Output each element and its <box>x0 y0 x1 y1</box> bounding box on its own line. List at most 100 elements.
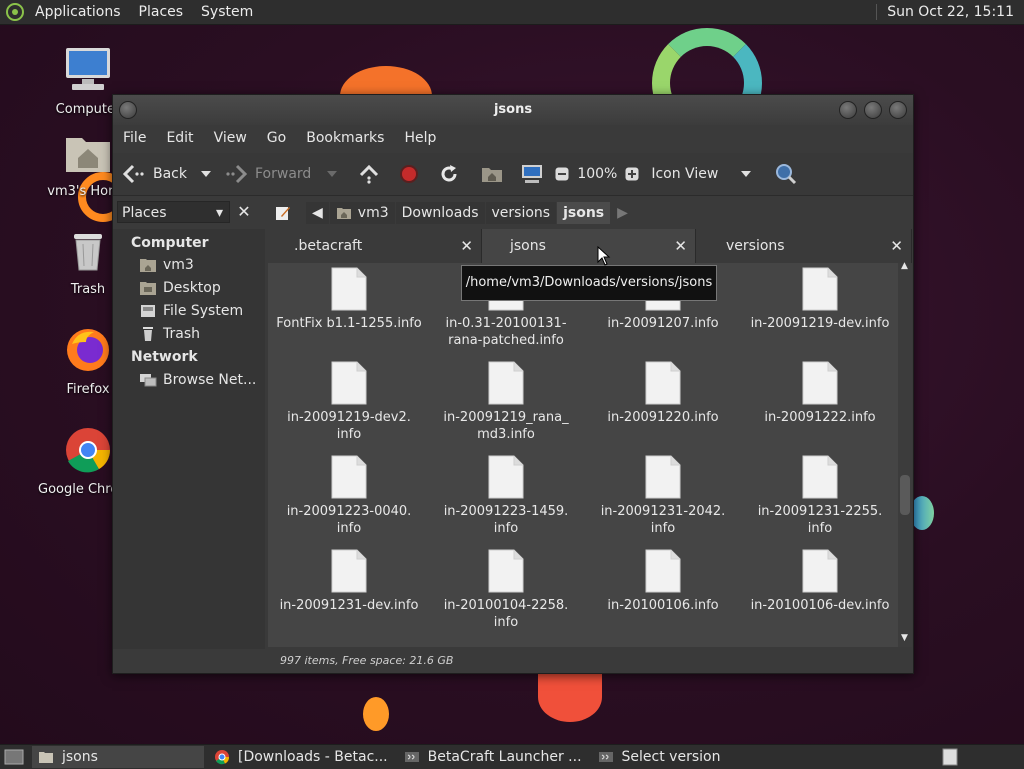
menu-file[interactable]: File <box>113 130 156 146</box>
file-item[interactable]: in-20100106.info <box>588 549 738 614</box>
breadcrumb-versions[interactable]: versions <box>485 202 557 224</box>
zoom-out-button[interactable] <box>551 153 573 195</box>
breadcrumb-scroll-left[interactable]: ◀ <box>306 202 329 224</box>
taskbar-item-chrome[interactable]: [Downloads - Betac... <box>208 746 394 768</box>
maximize-button[interactable] <box>864 101 882 119</box>
file-item[interactable]: in-20100104-2258. info <box>431 549 581 631</box>
document-icon <box>331 455 367 499</box>
file-item[interactable]: in-20091223-1459. info <box>431 455 581 537</box>
tab-betacraft[interactable]: .betacraft ✕ <box>268 229 482 263</box>
search-icon <box>776 164 797 185</box>
scrollbar-thumb[interactable] <box>900 475 910 515</box>
file-item[interactable]: in-20091222.info <box>745 361 895 426</box>
tab-versions[interactable]: versions ✕ <box>696 229 912 263</box>
window-menu-button[interactable] <box>119 101 137 119</box>
breadcrumb: ◀ vm3 Downloads versions jsons ▶ <box>269 201 635 225</box>
reload-button[interactable] <box>427 153 471 195</box>
file-name-line1: FontFix b1.1-1255.info <box>276 316 422 331</box>
show-desktop-button[interactable] <box>0 746 28 768</box>
window-title: jsons <box>493 102 533 117</box>
file-item[interactable]: in-20091219_rana_ md3.info <box>431 361 581 443</box>
sidebar-item-file-system[interactable]: File System <box>139 303 243 319</box>
view-mode-select[interactable]: Icon View <box>643 153 757 195</box>
sidebar-item-browse-network[interactable]: Browse Net... <box>139 372 256 388</box>
back-button[interactable]: Back <box>113 153 193 195</box>
file-item[interactable]: in-20091231-dev.info <box>274 549 424 614</box>
taskbar-item-label: jsons <box>62 749 98 765</box>
distro-logo-icon[interactable] <box>6 3 24 21</box>
sidebar-item-label: vm3 <box>163 257 194 273</box>
file-item[interactable]: in-20091219-dev2. info <box>274 361 424 443</box>
system-menu[interactable]: System <box>192 0 262 24</box>
file-item[interactable]: in-20091231-2042. info <box>588 455 738 537</box>
search-button[interactable] <box>757 153 803 195</box>
sidebar-item-label: Desktop <box>163 280 221 296</box>
zoom-in-button[interactable] <box>621 153 643 195</box>
forward-history-dropdown[interactable] <box>317 153 347 195</box>
minimize-button[interactable] <box>839 101 857 119</box>
close-tab-icon[interactable]: ✕ <box>890 229 903 263</box>
breadcrumb-scroll-right[interactable]: ▶ <box>611 202 634 224</box>
document-icon <box>802 267 838 311</box>
workspace-switcher[interactable] <box>936 746 964 768</box>
taskbar-item-betacraft[interactable]: BetaCraft Launcher ... <box>398 746 588 768</box>
java-icon <box>598 752 613 762</box>
applications-menu[interactable]: Applications <box>26 0 130 24</box>
close-window-button[interactable] <box>889 101 907 119</box>
file-item[interactable]: in-20091219-dev.info <box>745 267 895 332</box>
file-name-line2: info <box>493 521 519 536</box>
breadcrumb-downloads[interactable]: Downloads <box>395 202 485 224</box>
computer-button[interactable] <box>513 153 551 195</box>
menu-view[interactable]: View <box>204 130 257 146</box>
taskbar-item-jsons[interactable]: jsons <box>32 746 204 768</box>
file-item[interactable]: in-20100106-dev.info <box>745 549 895 614</box>
desktop-folder-icon <box>140 282 156 295</box>
home-folder-icon <box>140 259 156 272</box>
home-button[interactable] <box>471 153 513 195</box>
window-titlebar[interactable]: jsons <box>113 95 913 125</box>
show-desktop-icon <box>4 749 24 765</box>
forward-button[interactable]: Forward <box>219 153 317 195</box>
close-tab-icon[interactable]: ✕ <box>674 229 687 263</box>
sidebar-item-vm3[interactable]: vm3 <box>139 257 194 273</box>
sidebar-item-label: Browse Net... <box>163 372 257 388</box>
toggle-location-entry-button[interactable] <box>269 202 297 224</box>
stop-button[interactable] <box>391 153 427 195</box>
up-button[interactable] <box>347 153 391 195</box>
tab-path-tooltip: /home/vm3/Downloads/versions/jsons <box>461 265 717 301</box>
clock[interactable]: Sun Oct 22, 15:11 <box>887 4 1014 20</box>
sidebar-item-trash[interactable]: Trash <box>139 326 200 342</box>
taskbar-item-select-version[interactable]: Select version <box>592 746 727 768</box>
document-icon <box>645 549 681 593</box>
places-menu[interactable]: Places <box>130 0 193 24</box>
close-side-pane-button[interactable]: ✕ <box>234 202 254 222</box>
sidebar-item-desktop[interactable]: Desktop <box>139 280 221 296</box>
file-name-line1: in-20100106-dev.info <box>750 598 890 613</box>
menu-edit[interactable]: Edit <box>156 130 203 146</box>
menubar: File Edit View Go Bookmarks Help <box>113 125 913 151</box>
network-icon <box>140 374 157 387</box>
file-name-line1: in-0.31-20100131- <box>445 316 567 331</box>
menu-bookmarks[interactable]: Bookmarks <box>296 130 394 146</box>
menu-help[interactable]: Help <box>394 130 446 146</box>
menu-go[interactable]: Go <box>257 130 296 146</box>
file-item[interactable]: in-20091231-2255. info <box>745 455 895 537</box>
places-sidebar: Computer vm3 Desktop File System Trash N… <box>113 229 265 649</box>
file-item[interactable]: FontFix b1.1-1255.info <box>274 267 424 332</box>
vertical-scrollbar[interactable]: ▲ ▼ <box>898 261 912 647</box>
side-pane-selector[interactable]: Places ▾ <box>117 201 230 223</box>
breadcrumb-jsons[interactable]: jsons <box>557 202 611 224</box>
tab-jsons[interactable]: jsons ✕ <box>482 229 696 263</box>
forward-label: Forward <box>255 166 312 182</box>
scroll-up-arrow[interactable]: ▲ <box>901 261 908 271</box>
file-name-line1: in-20091222.info <box>764 410 876 425</box>
document-icon <box>331 361 367 405</box>
home-folder-icon <box>66 138 110 172</box>
tab-label: versions <box>726 238 785 254</box>
breadcrumb-vm3[interactable]: vm3 <box>329 202 395 224</box>
file-item[interactable]: in-20091223-0040. info <box>274 455 424 537</box>
back-history-dropdown[interactable] <box>193 153 219 195</box>
file-item[interactable]: in-20091220.info <box>588 361 738 426</box>
close-tab-icon[interactable]: ✕ <box>460 229 473 263</box>
scroll-down-arrow[interactable]: ▼ <box>901 633 908 643</box>
